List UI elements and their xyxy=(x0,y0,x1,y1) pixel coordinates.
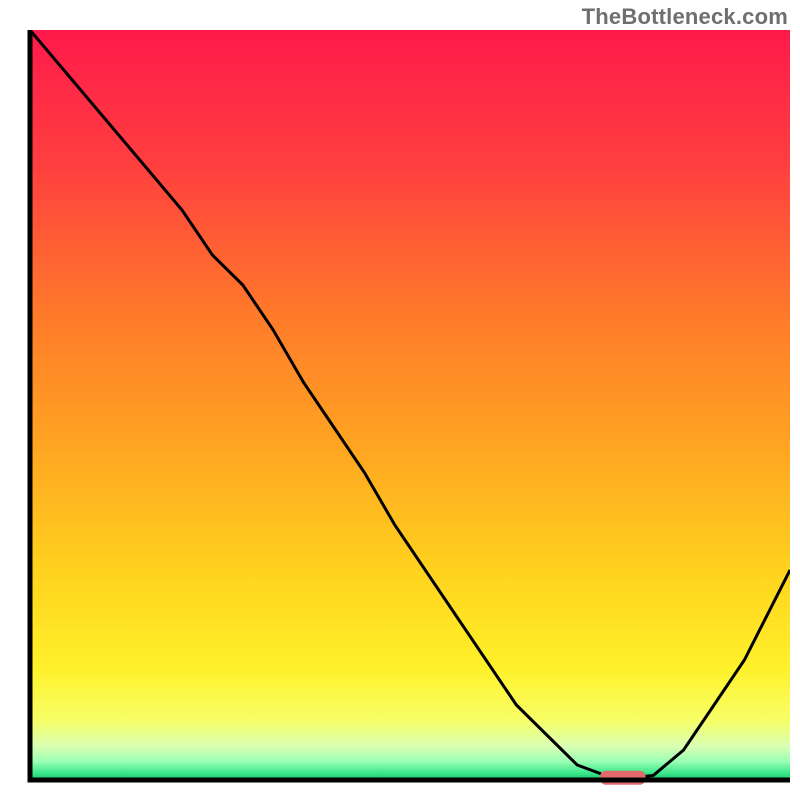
bottleneck-chart xyxy=(0,0,800,800)
gradient-background xyxy=(30,30,790,780)
chart-container: TheBottleneck.com xyxy=(0,0,800,800)
